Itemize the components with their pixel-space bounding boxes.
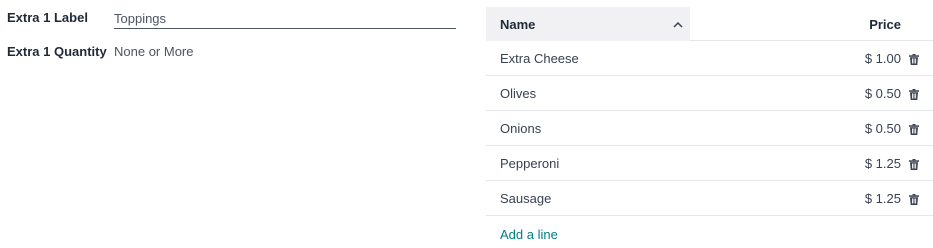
row-name: Pepperoni xyxy=(500,155,560,171)
row-name: Onions xyxy=(500,120,542,136)
row-price: $ 1.25 xyxy=(864,190,901,206)
list-header: Name Price xyxy=(486,7,933,41)
trash-icon[interactable] xyxy=(909,88,919,100)
column-header-name-label: Name xyxy=(500,16,536,32)
extra1-label-label: Extra 1 Label xyxy=(7,10,88,25)
trash-icon[interactable] xyxy=(909,193,919,205)
trash-icon[interactable] xyxy=(909,158,919,170)
row-price: $ 1.00 xyxy=(864,50,901,66)
trash-icon[interactable] xyxy=(909,53,919,65)
toppings-list: Name Price Extra Cheese $ 1.00 Olives $ 0.5… xyxy=(486,7,933,242)
row-name: Olives xyxy=(500,85,537,101)
row-name: Extra Cheese xyxy=(500,50,579,66)
trash-icon[interactable] xyxy=(909,123,919,135)
table-row[interactable]: Onions $ 0.50 xyxy=(486,111,933,146)
table-row[interactable]: Olives $ 0.50 xyxy=(486,76,933,111)
extra1-quantity-field: Extra 1 Quantity None or More xyxy=(7,43,193,61)
add-a-line-link[interactable]: Add a line xyxy=(500,227,558,242)
table-row[interactable]: Pepperoni $ 1.25 xyxy=(486,146,933,181)
column-header-price[interactable]: Price xyxy=(869,7,901,41)
column-header-name[interactable]: Name xyxy=(486,7,690,41)
extra1-label-field: Extra 1 Label xyxy=(7,9,456,29)
row-price: $ 0.50 xyxy=(864,85,901,101)
extra1-quantity-value[interactable]: None or More xyxy=(114,43,193,61)
row-price: $ 1.25 xyxy=(864,155,901,171)
table-row[interactable]: Extra Cheese $ 1.00 xyxy=(486,41,933,76)
extras-form: Extra 1 Label Extra 1 Quantity None or M… xyxy=(0,0,470,248)
extra1-label-input[interactable] xyxy=(114,9,456,29)
table-row[interactable]: Sausage $ 1.25 xyxy=(486,181,933,216)
row-name: Sausage xyxy=(500,190,552,206)
row-price: $ 0.50 xyxy=(864,120,901,136)
chevron-up-icon xyxy=(673,17,683,31)
extra1-quantity-label: Extra 1 Quantity xyxy=(7,44,107,59)
